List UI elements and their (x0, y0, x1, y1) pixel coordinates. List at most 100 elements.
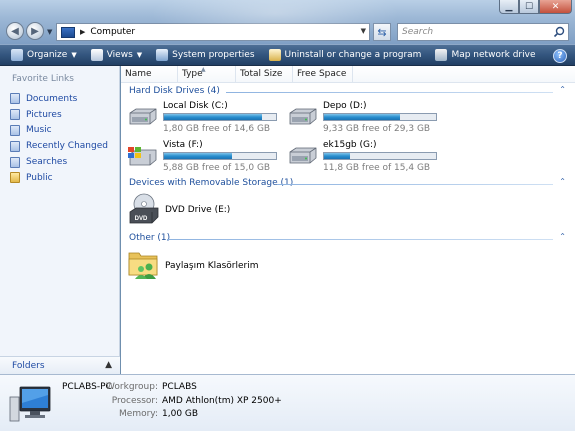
group-label: Other (1) (129, 233, 171, 243)
processor-value: AMD Athlon(tm) XP 2500+ (162, 396, 282, 406)
drive-free-space: 9,33 GB free of 29,3 GB (323, 124, 431, 134)
column-headers: Name Type ▲ Total Size Free Space (121, 66, 575, 83)
maximize-button[interactable]: ☐ (519, 0, 539, 14)
column-header-name[interactable]: Name (121, 66, 178, 83)
favorite-links-list: Documents Pictures Music Recently Change… (10, 91, 108, 186)
hard-drive-icon (289, 108, 317, 125)
memory-value: 1,00 GB (162, 409, 199, 419)
processor-label: Processor: (111, 396, 158, 406)
help-icon: ? (557, 51, 563, 61)
pictures-icon (10, 109, 20, 121)
breadcrumb-arrow-icon[interactable]: ▶ (80, 28, 85, 36)
drive-usage-fill (324, 114, 401, 120)
address-bar[interactable]: ▶ Computer ▼ (56, 23, 370, 41)
collapse-icon[interactable]: ⌃ (559, 85, 566, 94)
drive-usage-bar (163, 113, 277, 121)
breadcrumb-computer[interactable]: Computer (90, 27, 135, 37)
nav-link-label: Public (26, 172, 53, 183)
hard-drive-icon (129, 108, 157, 125)
drive-free-space: 5,88 GB free of 15,0 GB (163, 163, 271, 173)
shared-folder-item[interactable]: Paylaşım Klasörlerim (127, 247, 267, 283)
command-bar: Organize ▼ Views ▼ System properties Uni… (0, 44, 575, 66)
drive-usage-fill (324, 153, 351, 159)
nav-link-public[interactable]: Public (10, 170, 108, 186)
nav-link-label: Recently Changed (26, 141, 108, 152)
group-label: Devices with Removable Storage (1) (129, 178, 294, 188)
drive-usage-bar (163, 152, 277, 160)
organize-icon (11, 49, 23, 61)
group-divider (277, 184, 553, 185)
public-folder-icon (10, 172, 20, 184)
group-header-other[interactable]: Other (1) ⌃ (129, 232, 566, 245)
column-header-total-size[interactable]: Total Size (236, 66, 293, 83)
memory-label: Memory: (119, 409, 158, 419)
drive-usage-fill (164, 114, 263, 120)
drive-item[interactable]: ek15gb (G:) 11,8 GB free of 15,4 GB (287, 140, 437, 174)
drive-item[interactable]: Vista (F:) 5,88 GB free of 15,0 GB (127, 140, 277, 174)
drive-name: Local Disk (C:) (163, 101, 228, 111)
minimize-button[interactable]: ▁ (499, 0, 519, 14)
network-drive-icon (435, 49, 448, 61)
dvd-drive-item[interactable]: DVD DVD Drive (E:) (127, 192, 237, 228)
nav-link-recently-changed[interactable]: Recently Changed (10, 138, 108, 154)
organize-label: Organize (27, 50, 68, 60)
map-network-drive-button[interactable]: Map network drive (430, 46, 540, 64)
favorite-links-heading: Favorite Links (12, 74, 74, 84)
navigation-pane: Favorite Links Documents Pictures Music … (0, 66, 120, 374)
collapse-icon[interactable]: ⌃ (559, 232, 566, 241)
drive-name: ek15gb (G:) (323, 140, 377, 150)
drive-name: Depo (D:) (323, 101, 367, 111)
nav-link-documents[interactable]: Documents (10, 91, 108, 107)
drive-item[interactable]: Depo (D:) 9,33 GB free of 29,3 GB (287, 101, 437, 135)
back-arrow-icon: ◀ (11, 25, 19, 37)
forward-button[interactable]: ▶ (26, 22, 44, 40)
drive-usage-bar (323, 113, 437, 121)
help-button[interactable]: ? (553, 49, 567, 63)
nav-link-pictures[interactable]: Pictures (10, 107, 108, 123)
system-properties-button[interactable]: System properties (151, 46, 259, 64)
collapse-icon[interactable]: ⌃ (559, 177, 566, 186)
details-pane: PCLABS-PC Workgroup: PCLABS Processor: A… (0, 374, 575, 431)
workgroup-label: Workgroup: (106, 382, 158, 392)
organize-button[interactable]: Organize ▼ (6, 46, 82, 64)
file-list: Name Type ▲ Total Size Free Space Hard D… (121, 66, 575, 374)
group-header-hard-drives[interactable]: Hard Disk Drives (4) ⌃ (129, 85, 566, 98)
chevron-down-icon: ▼ (47, 28, 53, 36)
column-header-type[interactable]: Type (178, 66, 236, 83)
nav-link-label: Music (26, 125, 52, 136)
drive-name: Vista (F:) (163, 140, 203, 150)
nav-link-label: Searches (26, 157, 68, 168)
back-button[interactable]: ◀ (6, 22, 24, 40)
dvd-drive-name: DVD Drive (E:) (165, 205, 231, 215)
folders-toggle[interactable]: Folders ▲ (0, 356, 120, 374)
column-header-free-space[interactable]: Free Space (293, 66, 353, 83)
views-button[interactable]: Views ▼ (86, 46, 147, 64)
nav-link-searches[interactable]: Searches (10, 154, 108, 170)
uninstall-label: Uninstall or change a program (284, 50, 422, 60)
computer-icon (61, 26, 75, 38)
search-icon[interactable] (553, 26, 565, 38)
uninstall-program-button[interactable]: Uninstall or change a program (264, 46, 427, 64)
nav-link-label: Pictures (26, 109, 62, 120)
recent-pages-dropdown[interactable]: ▼ (47, 28, 52, 36)
drive-usage-bar (323, 152, 437, 160)
group-divider (167, 239, 553, 240)
nav-link-music[interactable]: Music (10, 123, 108, 139)
chevron-down-icon: ▼ (71, 51, 77, 59)
shared-folder-name: Paylaşım Klasörlerim (165, 261, 259, 271)
close-button[interactable]: ✕ (539, 0, 572, 14)
system-properties-label: System properties (172, 50, 255, 60)
dvd-logo-text: DVD (135, 216, 148, 222)
group-header-removable-storage[interactable]: Devices with Removable Storage (1) ⌃ (129, 177, 566, 190)
chevron-up-icon: ▲ (105, 360, 112, 370)
system-properties-icon (156, 49, 169, 61)
refresh-button[interactable]: ⇆ (373, 23, 391, 41)
drive-item[interactable]: Local Disk (C:) 1,80 GB free of 14,6 GB (127, 101, 277, 135)
nav-link-label: Documents (26, 93, 78, 104)
drive-free-space: 11,8 GB free of 15,4 GB (323, 163, 431, 173)
maximize-icon: ☐ (524, 1, 534, 12)
map-drive-label: Map network drive (451, 50, 536, 60)
address-dropdown-icon[interactable]: ▼ (361, 27, 366, 35)
search-input[interactable]: Search (397, 23, 569, 41)
refresh-icon: ⇆ (377, 25, 387, 39)
